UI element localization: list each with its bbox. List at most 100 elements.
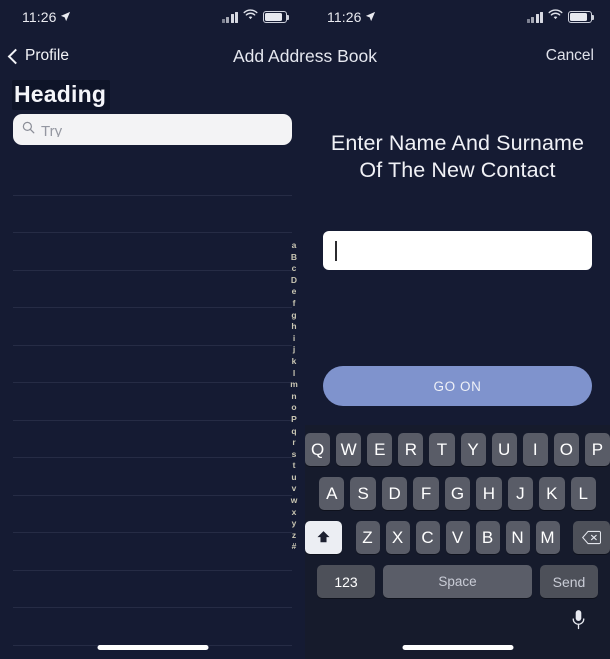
contact-name-field[interactable] xyxy=(323,231,592,270)
alpha-index-letter[interactable]: a xyxy=(292,240,297,252)
battery-icon xyxy=(568,11,595,23)
delete-key[interactable] xyxy=(573,521,610,554)
alphabet-section-index[interactable]: a Bc De f g h i j k l m n o Pq r s t u v w x y z # xyxy=(286,240,302,553)
alpha-index-letter[interactable]: j xyxy=(293,344,295,356)
alpha-index-letter[interactable]: v xyxy=(292,483,297,495)
list-item[interactable] xyxy=(13,496,292,533)
alpha-index-letter[interactable]: t xyxy=(293,460,296,472)
key-f[interactable]: F xyxy=(413,477,439,510)
right-phone-screen: 11:26 Cancel Enter Name And Surname Of T… xyxy=(305,0,610,659)
page-heading: Heading xyxy=(12,80,111,110)
list-item[interactable] xyxy=(13,533,292,571)
key-c[interactable]: C xyxy=(415,521,440,554)
search-placeholder: Try xyxy=(41,122,63,137)
alpha-index-letter[interactable]: e xyxy=(292,286,297,298)
key-b[interactable]: B xyxy=(475,521,500,554)
alpha-index-letter[interactable]: f xyxy=(293,298,296,310)
key-o[interactable]: O xyxy=(553,433,579,466)
key-w[interactable]: W xyxy=(336,433,362,466)
list-item[interactable] xyxy=(13,458,292,496)
cellular-signal-icon xyxy=(221,11,238,23)
list-item[interactable] xyxy=(13,308,292,346)
search-input[interactable]: Try xyxy=(13,114,292,145)
battery-icon xyxy=(263,11,290,23)
key-k[interactable]: K xyxy=(539,477,565,510)
status-time-label: 11:26 xyxy=(327,9,362,25)
key-y[interactable]: Y xyxy=(460,433,486,466)
keyboard-row-3-letters: ZXCVBNM xyxy=(348,521,567,554)
contacts-list[interactable] xyxy=(0,158,305,659)
cellular-signal-icon xyxy=(526,11,543,23)
alpha-index-letter[interactable]: l xyxy=(293,368,295,380)
alpha-index-letter[interactable]: z xyxy=(292,530,296,542)
key-z[interactable]: Z xyxy=(355,521,380,554)
key-d[interactable]: D xyxy=(381,477,408,510)
list-item[interactable] xyxy=(13,196,292,233)
home-indicator-left xyxy=(97,645,208,650)
send-key[interactable]: Send xyxy=(540,565,598,598)
alpha-index-letter[interactable]: h xyxy=(291,321,296,333)
list-item[interactable] xyxy=(13,571,292,608)
key-n[interactable]: N xyxy=(505,521,530,554)
page-title: Add Address Book xyxy=(233,46,377,66)
alpha-index-letter[interactable]: w xyxy=(291,495,298,507)
alpha-index-letter[interactable]: n xyxy=(291,391,296,403)
alpha-index-letter[interactable]: k xyxy=(292,356,297,368)
alpha-index-letter[interactable]: o xyxy=(291,402,296,414)
key-a[interactable]: A xyxy=(319,477,345,510)
prompt-text: Enter Name And Surname Of The New Contac… xyxy=(330,131,585,182)
left-phone-screen: 11:26 Pr o f i l e Heading Try a B c D e f g … xyxy=(0,0,305,659)
alpha-index-letter[interactable]: B xyxy=(291,252,297,264)
alpha-index-letter[interactable]: c xyxy=(292,263,297,275)
list-item[interactable] xyxy=(13,271,292,308)
key-m[interactable]: M xyxy=(535,521,560,554)
numbers-key[interactable]: 123 xyxy=(317,565,375,598)
search-icon xyxy=(22,121,35,139)
key-u[interactable]: U xyxy=(491,433,517,466)
wifi-icon xyxy=(243,8,258,26)
space-key[interactable]: Space xyxy=(383,565,532,598)
key-e[interactable]: E xyxy=(367,433,393,466)
key-q[interactable]: Q xyxy=(305,433,331,466)
key-j[interactable]: J xyxy=(507,477,534,510)
home-indicator-right xyxy=(402,645,513,650)
status-time-right: 11:26 xyxy=(327,9,376,25)
list-item[interactable] xyxy=(13,421,292,458)
microphone-icon[interactable] xyxy=(571,609,586,636)
alpha-index-letter[interactable]: u xyxy=(291,472,296,484)
alpha-index-letter[interactable]: q xyxy=(291,426,296,438)
alpha-index-letter[interactable]: m xyxy=(290,379,298,391)
key-l[interactable]: L xyxy=(570,477,596,510)
alpha-index-letter[interactable]: s xyxy=(292,449,297,461)
key-p[interactable]: P xyxy=(584,433,610,466)
alpha-index-letter[interactable]: P xyxy=(291,414,297,426)
key-i[interactable]: I xyxy=(522,433,548,466)
keyboard-row-3: ZXCVBNM xyxy=(305,521,610,554)
alpha-index-letter[interactable]: x xyxy=(292,507,297,519)
list-item[interactable] xyxy=(13,233,292,271)
alpha-index-letter[interactable]: D xyxy=(291,275,297,287)
alpha-index-letter[interactable]: y xyxy=(292,518,297,530)
list-item[interactable] xyxy=(13,158,292,196)
alpha-index-letter[interactable]: g xyxy=(291,310,296,322)
text-caret xyxy=(335,240,337,261)
status-time-left: 11:26 xyxy=(22,9,71,25)
list-item[interactable] xyxy=(13,608,292,646)
alpha-index-letter[interactable]: i xyxy=(293,333,295,345)
status-icons-right xyxy=(526,8,595,26)
go-on-button[interactable]: GO ON xyxy=(323,366,592,406)
shift-key[interactable] xyxy=(305,521,342,554)
list-item[interactable] xyxy=(13,383,292,421)
key-h[interactable]: H xyxy=(476,477,502,510)
key-v[interactable]: V xyxy=(445,521,470,554)
key-t[interactable]: T xyxy=(429,433,455,466)
status-bar-right: 11:26 xyxy=(305,0,610,34)
list-item[interactable] xyxy=(13,346,292,383)
key-g[interactable]: G xyxy=(444,477,471,510)
dual-phone-screenshot: 11:26 Pr o f i l e Heading Try a B c D e f g … xyxy=(0,0,610,659)
key-s[interactable]: S xyxy=(350,477,376,510)
key-x[interactable]: X xyxy=(385,521,410,554)
alpha-index-letter[interactable]: # xyxy=(292,541,297,553)
key-r[interactable]: R xyxy=(398,433,424,466)
alpha-index-letter[interactable]: r xyxy=(292,437,295,449)
